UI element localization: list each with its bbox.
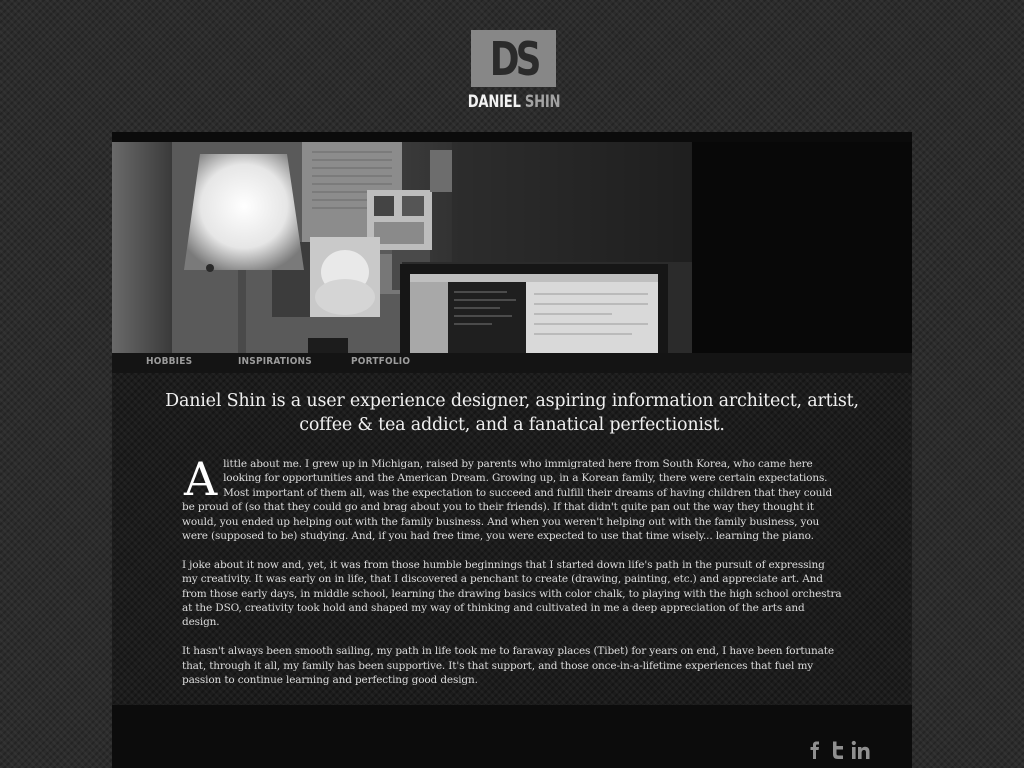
bio-paragraph-2: I joke about it now and, yet, it was fro… xyxy=(182,558,842,629)
site-title-last: SHIN xyxy=(524,92,561,112)
main-container: HOBBIES INSPIRATIONS PORTFOLIO Daniel Sh… xyxy=(112,132,912,768)
nav-inspirations[interactable]: INSPIRATIONS xyxy=(238,356,312,367)
main-nav: HOBBIES INSPIRATIONS PORTFOLIO xyxy=(112,353,912,373)
bio-paragraph-1-text: little about me. I grew up in Michigan, … xyxy=(182,458,833,543)
logo-monogram[interactable]: DS xyxy=(471,30,556,87)
intro-tagline: Daniel Shin is a user experience designe… xyxy=(165,391,859,435)
twitter-icon[interactable] xyxy=(827,739,849,761)
facebook-icon[interactable] xyxy=(804,739,826,761)
hero-image xyxy=(112,142,912,353)
site-title-first: DANIEL xyxy=(467,92,521,112)
bio-paragraph-3: It hasn't always been smooth sailing, my… xyxy=(182,645,834,687)
nav-hobbies[interactable]: HOBBIES xyxy=(146,356,192,367)
bio-paragraph-1: Alittle about me. I grew up in Michigan,… xyxy=(182,452,842,543)
logo-monogram-text: DS xyxy=(489,31,542,86)
footer xyxy=(112,705,912,768)
about-section: Daniel Shin is a user experience designe… xyxy=(112,373,912,705)
drop-cap: A xyxy=(184,452,218,506)
linkedin-icon[interactable] xyxy=(850,739,872,761)
site-title[interactable]: DANIEL SHIN xyxy=(442,92,586,112)
bio-text: Alittle about me. I grew up in Michigan,… xyxy=(182,452,842,702)
nav-portfolio[interactable]: PORTFOLIO xyxy=(351,356,410,367)
